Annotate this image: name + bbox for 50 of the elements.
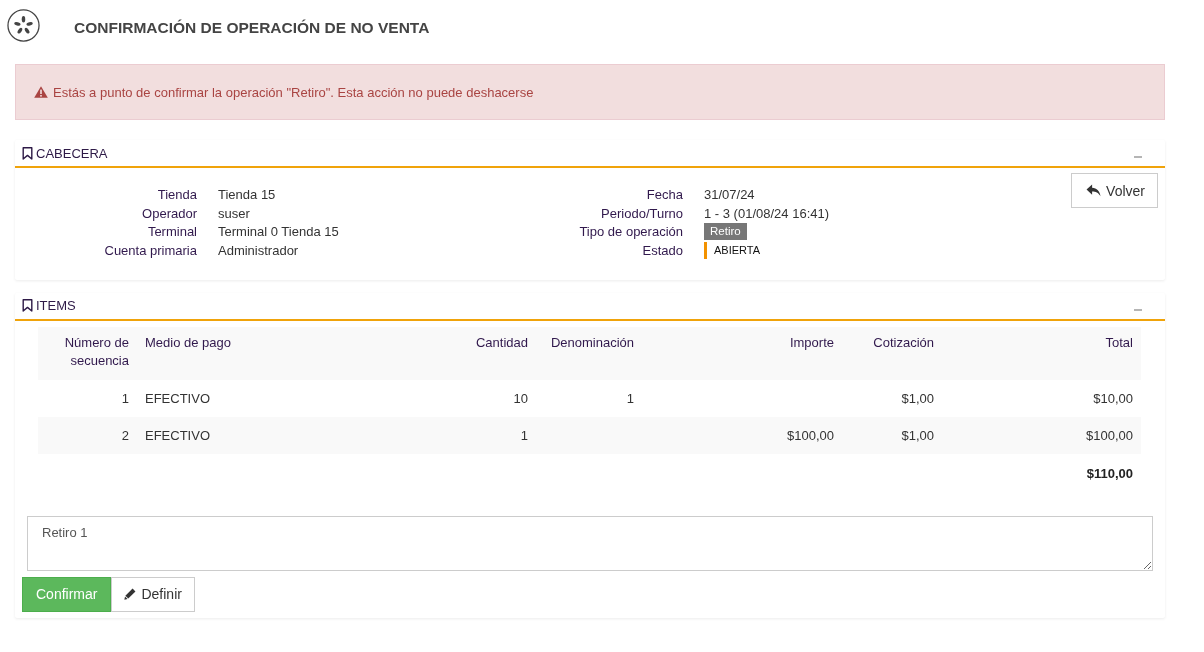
column-header: Denominación [536,326,642,380]
table-cell: $1,00 [901,390,934,406]
column-header: Cotización [842,326,942,380]
status-tag: ABIERTA [704,241,761,259]
field-value: 31/07/24 [704,186,755,202]
logo-icon [7,9,40,42]
field-label: Estado [642,242,683,258]
table-cell: $100,00 [787,427,834,443]
operation-type-badge: Retiro [704,223,747,241]
pencil-icon [124,588,137,601]
section-title: ITEMS [36,298,76,314]
table-cell: 1 [520,427,528,443]
table-cell: 1 [626,390,634,406]
field-value: suser [218,205,250,221]
table-cell: $1,00 [901,427,934,443]
field-value: 1 - 3 (01/08/24 16:41) [704,205,830,221]
column-header: Medio de pago [137,326,400,380]
table-cell: EFECTIVO [145,390,210,406]
bookmark-icon [22,146,33,160]
reply-arrow-icon [1086,184,1102,197]
field-label: Tipo de operación [579,224,683,240]
warning-icon [34,86,48,98]
total-amount: $110,00 [1086,466,1133,482]
field-label: Periodo/Turno [601,205,683,221]
field-value: Tienda 15 [218,186,276,202]
table-cell: EFECTIVO [145,427,210,443]
field-value: Administrador [218,242,299,258]
field-label: Operador [142,205,197,221]
alert-message: Estás a punto de confirmar la operación "Retiro". Esta acción no puede deshacerse [53,84,534,100]
table-cell: 1 [121,390,129,406]
field-label: Tienda [157,186,197,202]
edit-button[interactable]: Definir [111,576,195,612]
column-header: Importe [642,326,842,380]
table-cell: 2 [121,427,129,443]
field-label: Fecha [646,186,683,202]
column-header: Cantidad [400,326,536,380]
page-title: CONFIRMACIÓN DE OPERACIÓN DE NO VENTA [74,19,430,37]
bookmark-icon [22,299,33,313]
note-field[interactable]: Retiro 1 [27,515,1153,571]
field-value: Terminal 0 Tienda 15 [218,224,339,240]
column-header: Total [942,326,1141,380]
table-cell: $100,00 [1086,427,1133,443]
field-label: Cuenta primaria [104,242,197,258]
field-label: Terminal [147,224,197,240]
column-header: Número de secuencia [38,326,137,380]
back-button[interactable]: Volver [1071,173,1158,208]
section-title: CABECERA [36,145,108,161]
minus-icon[interactable] [1134,308,1142,311]
table-cell: 10 [513,390,528,406]
table-cell: $10,00 [1093,390,1133,406]
